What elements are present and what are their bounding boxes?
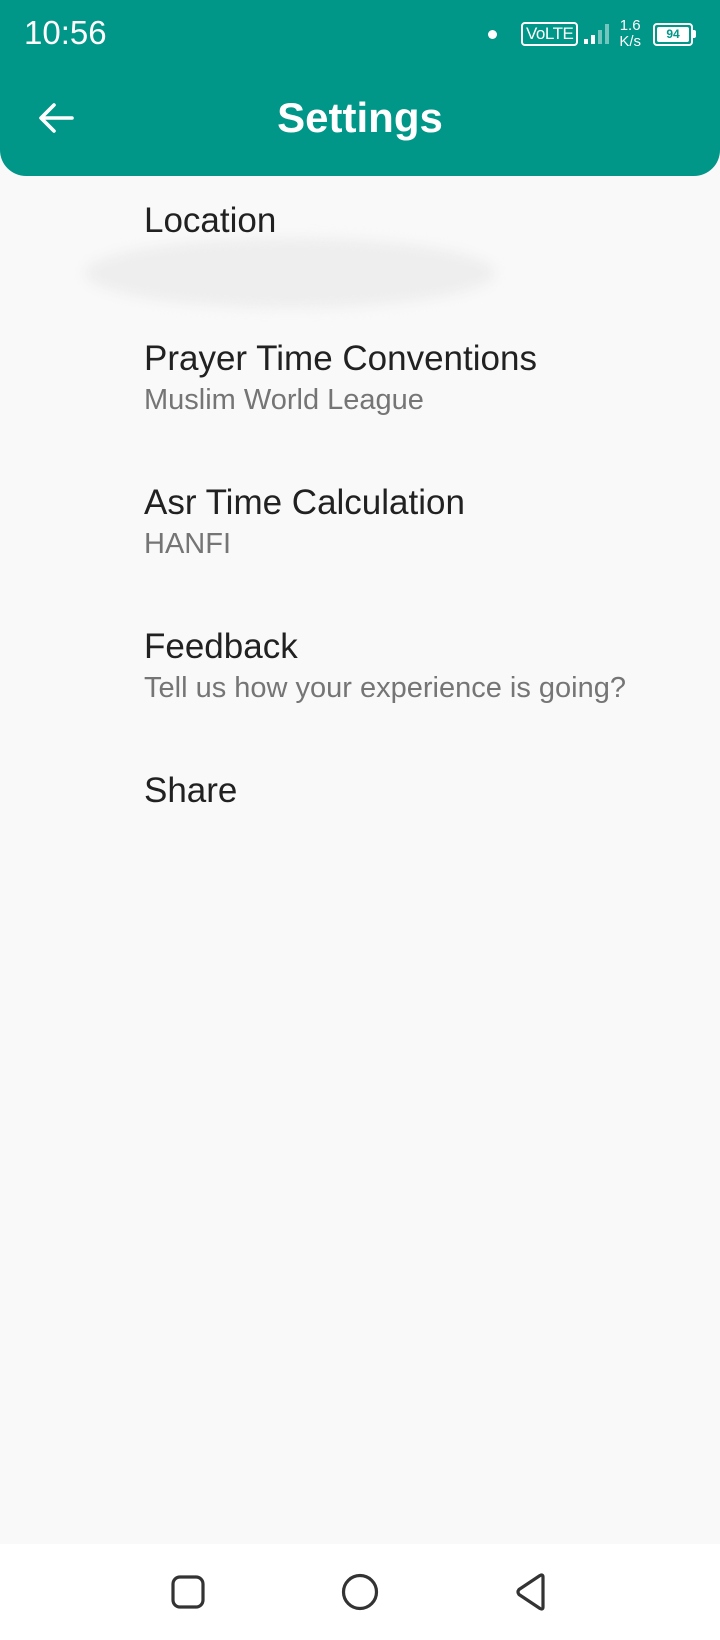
network-speed-unit: K/s	[619, 33, 641, 50]
recent-apps-button[interactable]	[162, 1566, 214, 1618]
settings-item-title: Location	[144, 201, 277, 240]
settings-item-title: Feedback	[144, 627, 298, 666]
notification-dot-icon	[488, 29, 498, 39]
settings-item-share[interactable]: Share	[0, 746, 720, 876]
system-back-button[interactable]	[506, 1566, 558, 1618]
settings-item-title: Asr Time Calculation	[144, 483, 465, 522]
page-title: Settings	[277, 94, 443, 141]
settings-item-subtitle: HANFI	[144, 528, 231, 560]
network-speed: 1.6 K/s	[619, 18, 641, 50]
volte-indicator: VoLTE	[521, 22, 579, 46]
settings-item-asr-time-calculation[interactable]: Asr Time Calculation HANFI	[0, 458, 720, 588]
signal-strength-icon	[584, 24, 610, 44]
battery-level: 94	[657, 26, 689, 42]
settings-item-title: Share	[144, 771, 238, 810]
settings-item-prayer-time-conventions[interactable]: Prayer Time Conventions Muslim World Lea…	[0, 314, 720, 444]
battery-icon: 94	[653, 22, 696, 46]
settings-item-location[interactable]: Location	[0, 176, 720, 306]
system-navigation-bar	[0, 1544, 720, 1640]
home-icon	[341, 1573, 379, 1611]
status-time: 10:56	[24, 14, 107, 51]
recent-apps-icon	[171, 1575, 205, 1609]
settings-item-feedback[interactable]: Feedback Tell us how your experience is …	[0, 602, 720, 732]
back-icon	[516, 1573, 545, 1611]
home-button[interactable]	[334, 1566, 386, 1618]
settings-item-subtitle: Muslim World League	[144, 384, 424, 416]
network-speed-value: 1.6	[619, 17, 641, 34]
app-bar: 10:56 VoLTE 1.6 K/s 94 Settings	[0, 0, 720, 176]
settings-item-title: Prayer Time Conventions	[144, 339, 537, 378]
settings-item-subtitle: Tell us how your experience is going?	[144, 672, 626, 704]
status-icons: VoLTE 1.6 K/s 94	[488, 14, 696, 54]
